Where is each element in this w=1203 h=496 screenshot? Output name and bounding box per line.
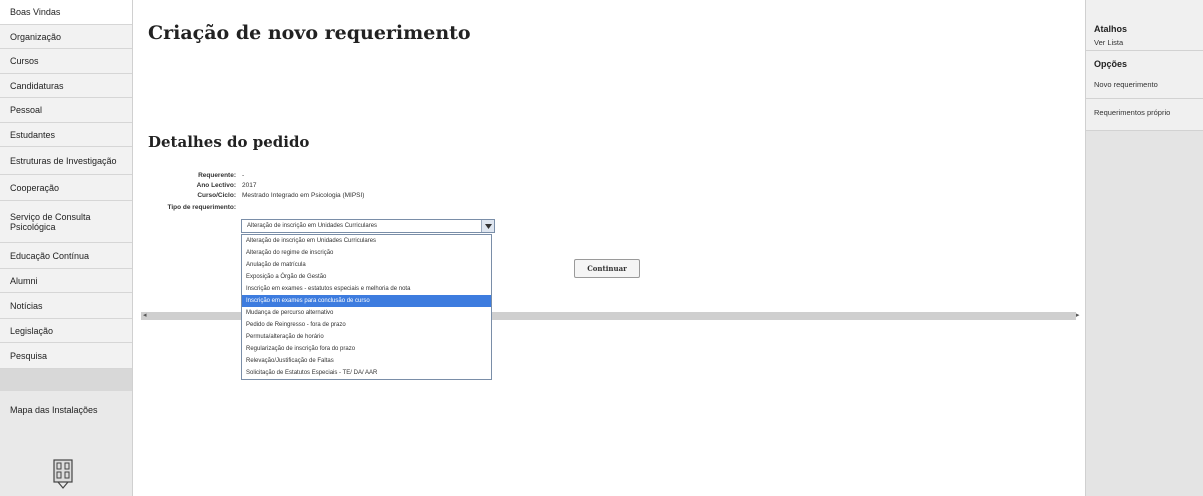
dropdown-option[interactable]: Regularização de inscrição fora do prazo bbox=[242, 343, 491, 355]
select-value: Alteração de inscrição em Unidades Curri… bbox=[247, 223, 378, 229]
detail-row-requerente: Requerente: - bbox=[146, 170, 364, 180]
dropdown-option[interactable]: Permuta/alteração de horário bbox=[242, 331, 491, 343]
dropdown-option[interactable]: Mudança de percurso alternativo bbox=[242, 307, 491, 319]
request-type-select[interactable]: Alteração de inscrição em Unidades Curri… bbox=[241, 219, 495, 233]
scroll-left-icon[interactable]: ◂ bbox=[143, 311, 147, 319]
dropdown-option[interactable]: Alteração de inscrição em Unidades Curri… bbox=[242, 235, 491, 247]
map-title[interactable]: Mapa das Instalações bbox=[0, 391, 132, 415]
request-type-dropdown: Alteração de inscrição em Unidades Curri… bbox=[241, 234, 492, 380]
sidebar-item[interactable]: Alumni bbox=[0, 269, 132, 293]
dropdown-option[interactable]: Relevação/Justificação de Faltas bbox=[242, 355, 491, 367]
chevron-down-icon[interactable] bbox=[481, 220, 494, 232]
detail-row-curso: Curso/Ciclo: Mestrado Integrado em Psico… bbox=[146, 190, 364, 200]
building-map-icon[interactable] bbox=[52, 458, 74, 490]
detail-value: 2017 bbox=[242, 181, 257, 189]
requerimentos-proprio-item[interactable]: Requerimentos próprio bbox=[1086, 99, 1203, 131]
sidebar-item[interactable]: Cooperação bbox=[0, 175, 132, 201]
ver-lista-link[interactable]: Ver Lista bbox=[1094, 38, 1196, 47]
detail-label: Ano Lectivo: bbox=[196, 181, 236, 189]
detail-value: Mestrado Integrado em Psicologia (MIPSI) bbox=[242, 191, 365, 199]
request-details: Requerente: - Ano Lectivo: 2017 Curso/Ci… bbox=[146, 170, 365, 212]
section-title: Detalhes do pedido bbox=[148, 133, 310, 151]
dropdown-option[interactable]: Alteração do regime de inscrição bbox=[242, 247, 491, 259]
sidebar-item[interactable]: Pesquisa bbox=[0, 343, 132, 369]
sidebar-item[interactable]: Serviço de Consulta Psicológica bbox=[0, 201, 132, 243]
sidebar-item[interactable]: Educação Contínua bbox=[0, 243, 132, 269]
dropdown-option[interactable]: Inscrição em exames para conclusão de cu… bbox=[242, 295, 491, 307]
sidebar-item[interactable]: Legislação bbox=[0, 319, 132, 343]
detail-value: - bbox=[242, 171, 245, 179]
sidebar-item[interactable]: Cursos bbox=[0, 49, 132, 74]
sidebar-item[interactable]: Estudantes bbox=[0, 123, 132, 147]
requerimentos-proprio-link[interactable]: Requerimentos próprio bbox=[1094, 108, 1196, 117]
dropdown-option[interactable]: Anulação de matrícula bbox=[242, 259, 491, 271]
opcoes-title: Opções bbox=[1094, 59, 1128, 69]
dropdown-option[interactable]: Inscrição em exames - estatutos especiai… bbox=[242, 283, 491, 295]
detail-row-tipo: Tipo de requerimento: bbox=[146, 202, 364, 212]
dropdown-option[interactable]: Pedido de Reingresso - fora de prazo bbox=[242, 319, 491, 331]
dropdown-option[interactable]: Exposição a Órgão de Gestão bbox=[242, 271, 491, 283]
sidebar-item[interactable]: Pessoal bbox=[0, 98, 132, 123]
novo-requerimento-item[interactable]: Novo requerimento bbox=[1086, 75, 1203, 99]
right-sidebar: Atalhos Ver Lista Opções Novo requerimen… bbox=[1085, 0, 1203, 496]
sidebar-item[interactable]: Organização bbox=[0, 25, 132, 49]
detail-label: Requerente: bbox=[198, 171, 236, 179]
opcoes-section: Opções bbox=[1086, 51, 1203, 75]
sidebar-item[interactable]: Boas Vindas bbox=[0, 0, 132, 25]
sidebar-item[interactable]: Notícias bbox=[0, 293, 132, 319]
novo-requerimento-link[interactable]: Novo requerimento bbox=[1094, 80, 1196, 89]
detail-label: Curso/Ciclo: bbox=[197, 191, 236, 199]
nav-list: Boas Vindas Organização Cursos Candidaturas… bbox=[0, 0, 132, 369]
atalhos-section: Atalhos Ver Lista bbox=[1086, 0, 1203, 51]
detail-row-ano-lectivo: Ano Lectivo: 2017 bbox=[146, 180, 364, 190]
atalhos-title: Atalhos bbox=[1094, 24, 1128, 34]
type-label: Tipo de requerimento: bbox=[167, 203, 237, 211]
scroll-right-icon[interactable]: ▸ bbox=[1076, 311, 1080, 319]
sidebar-item[interactable]: Estruturas de Investigação bbox=[0, 147, 132, 175]
page-title: Criação de novo requerimento bbox=[148, 22, 471, 44]
continue-button[interactable]: Continuar bbox=[574, 259, 640, 278]
left-sidebar: Boas Vindas Organização Cursos Candidaturas… bbox=[0, 0, 133, 496]
dropdown-option[interactable]: Solicitação de Estatutos Especiais - TE/… bbox=[242, 367, 491, 379]
nav-spacer bbox=[0, 369, 132, 391]
sidebar-item[interactable]: Candidaturas bbox=[0, 74, 132, 98]
